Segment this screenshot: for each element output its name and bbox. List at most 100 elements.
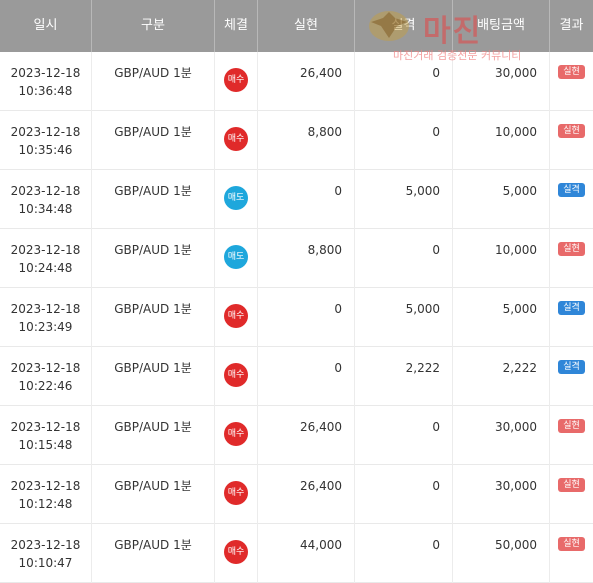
profit-cell: 0 [258,170,355,229]
exec-cell: 매도 [215,170,258,229]
table-row: 2023-12-18 10:35:46 GBP/AUD 1분 매수 8,800 0 10,0… [0,111,593,170]
loss-cell: 0 [355,111,453,170]
bet-amount-cell: 50,000 [453,524,550,583]
trade-time: 10:34:48 [18,202,73,216]
profit-cell: 8,800 [258,111,355,170]
bet-amount-cell: 2,222 [453,347,550,406]
bet-amount-cell: 30,000 [453,52,550,111]
result-cell: 실격 [550,347,593,406]
table-header: 일시 구분 체결 실현 실격 배팅금액 결과 [0,0,593,52]
header-loss: 실격 [355,0,453,52]
trade-date: 2023-12-18 [10,479,81,493]
exec-badge: 매수 [224,540,248,564]
result-cell: 실현 [550,465,593,524]
bet-amount-cell: 5,000 [453,170,550,229]
date-cell: 2023-12-18 10:23:49 [0,288,92,347]
result-badge: 실현 [558,419,585,433]
bet-amount-cell: 10,000 [453,229,550,288]
type-cell: GBP/AUD 1분 [92,406,215,465]
date-cell: 2023-12-18 10:10:47 [0,524,92,583]
result-badge: 실현 [558,537,585,551]
trade-date: 2023-12-18 [10,66,81,80]
bet-amount-cell: 30,000 [453,465,550,524]
result-badge: 실현 [558,242,585,256]
header-profit: 실현 [258,0,355,52]
date-cell: 2023-12-18 10:34:48 [0,170,92,229]
result-cell: 실현 [550,52,593,111]
type-cell: GBP/AUD 1분 [92,465,215,524]
table-row: 2023-12-18 10:12:48 GBP/AUD 1분 매수 26,400 0 30,… [0,465,593,524]
result-badge: 실현 [558,65,585,79]
bet-amount-cell: 10,000 [453,111,550,170]
type-cell: GBP/AUD 1분 [92,347,215,406]
exec-badge: 매수 [224,68,248,92]
header-bet: 배팅금액 [453,0,550,52]
trade-date: 2023-12-18 [10,243,81,257]
trade-time: 10:36:48 [18,84,73,98]
type-cell: GBP/AUD 1분 [92,170,215,229]
exec-cell: 매수 [215,52,258,111]
table-row: 2023-12-18 10:24:48 GBP/AUD 1분 매도 8,800 0 10,0… [0,229,593,288]
type-cell: GBP/AUD 1분 [92,524,215,583]
date-cell: 2023-12-18 10:36:48 [0,52,92,111]
table-row: 2023-12-18 10:23:49 GBP/AUD 1분 매수 0 5,000 5,00… [0,288,593,347]
type-cell: GBP/AUD 1분 [92,111,215,170]
loss-cell: 0 [355,465,453,524]
table-row: 2023-12-18 10:15:48 GBP/AUD 1분 매수 26,400 0 30,… [0,406,593,465]
profit-cell: 8,800 [258,229,355,288]
exec-badge: 매수 [224,363,248,387]
loss-cell: 5,000 [355,170,453,229]
result-badge: 실격 [558,360,585,374]
header-type: 구분 [92,0,215,52]
result-cell: 실현 [550,406,593,465]
result-badge: 실현 [558,478,585,492]
trade-date: 2023-12-18 [10,302,81,316]
exec-cell: 매수 [215,465,258,524]
trade-date: 2023-12-18 [10,361,81,375]
table-row: 2023-12-18 10:36:48 GBP/AUD 1분 매수 26,400 0 30,… [0,52,593,111]
date-cell: 2023-12-18 10:22:46 [0,347,92,406]
trade-time: 10:35:46 [18,143,73,157]
result-badge: 실격 [558,183,585,197]
table-row: 2023-12-18 10:34:48 GBP/AUD 1분 매도 0 5,000 5,00… [0,170,593,229]
bet-amount-cell: 5,000 [453,288,550,347]
result-cell: 실격 [550,170,593,229]
date-cell: 2023-12-18 10:12:48 [0,465,92,524]
exec-cell: 매도 [215,229,258,288]
trade-date: 2023-12-18 [10,538,81,552]
profit-cell: 44,000 [258,524,355,583]
exec-badge: 매수 [224,422,248,446]
result-cell: 실현 [550,111,593,170]
trade-time: 10:24:48 [18,261,73,275]
type-cell: GBP/AUD 1분 [92,229,215,288]
profit-cell: 26,400 [258,406,355,465]
trade-date: 2023-12-18 [10,125,81,139]
profit-cell: 0 [258,288,355,347]
type-cell: GBP/AUD 1분 [92,288,215,347]
trade-date: 2023-12-18 [10,420,81,434]
trade-time: 10:10:47 [18,556,73,570]
loss-cell: 0 [355,52,453,111]
exec-badge: 매수 [224,481,248,505]
exec-cell: 매수 [215,406,258,465]
profit-cell: 0 [258,347,355,406]
trade-date: 2023-12-18 [10,184,81,198]
loss-cell: 0 [355,229,453,288]
header-date: 일시 [0,0,92,52]
result-cell: 실현 [550,524,593,583]
exec-badge: 매도 [224,245,248,269]
trade-time: 10:15:48 [18,438,73,452]
profit-cell: 26,400 [258,52,355,111]
table-row: 2023-12-18 10:22:46 GBP/AUD 1분 매수 0 2,222 2,22… [0,347,593,406]
trade-time: 10:22:46 [18,379,73,393]
exec-cell: 매수 [215,347,258,406]
exec-badge: 매수 [224,127,248,151]
result-badge: 실격 [558,301,585,315]
date-cell: 2023-12-18 10:24:48 [0,229,92,288]
exec-badge: 매수 [224,304,248,328]
result-cell: 실격 [550,288,593,347]
result-cell: 실현 [550,229,593,288]
exec-badge: 매도 [224,186,248,210]
profit-cell: 26,400 [258,465,355,524]
header-result: 결과 [559,18,584,33]
